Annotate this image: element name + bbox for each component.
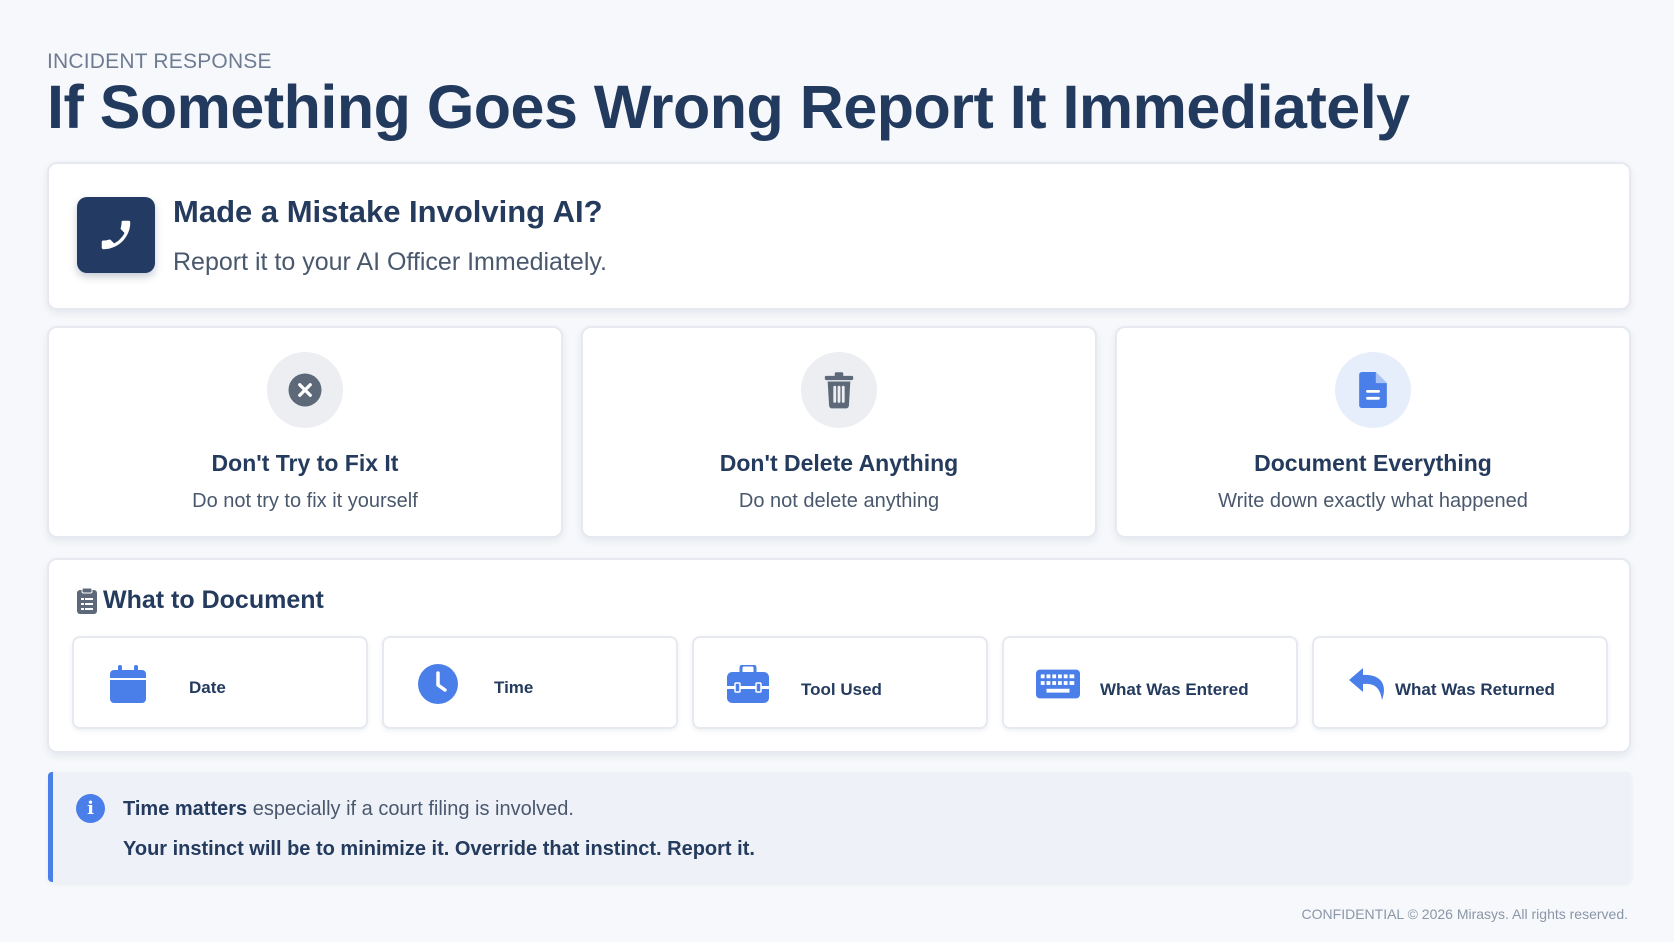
document-item-label: Time (494, 678, 534, 697)
document-item-time: Time (382, 636, 678, 729)
note-line-1-rest: especially if a court filing is involved… (247, 798, 574, 820)
rule-title: Don't Try to Fix It (211, 450, 399, 476)
rule-subtitle: Do not try to fix it yourself (192, 490, 418, 512)
x-circle-icon (267, 352, 343, 428)
page-title: If Something Goes Wrong Report It Immedi… (47, 73, 1410, 141)
report-callout-card: Made a Mistake Involving AI? Report it t… (47, 162, 1631, 310)
trash-icon (801, 352, 877, 428)
note-emphasis: Time matters (123, 798, 248, 820)
what-to-document-card: What to Document Date Time Tool Used Wha… (47, 558, 1631, 753)
note-line-1: Time matters especially if a court filin… (123, 798, 574, 821)
document-item-label: Date (189, 678, 226, 697)
document-item-tool: Tool Used (692, 636, 988, 729)
section-eyebrow: INCIDENT RESPONSE (47, 50, 272, 73)
document-section-header: What to Document (77, 586, 324, 615)
toolbox-icon (726, 662, 770, 706)
rule-subtitle: Write down exactly what happened (1218, 490, 1528, 512)
callout-subtitle: Report it to your AI Officer Immediately… (173, 248, 607, 276)
clock-icon (416, 662, 460, 706)
document-item-entered: What Was Entered (1002, 636, 1298, 729)
info-note: i Time matters especially if a court fil… (48, 772, 1631, 882)
document-item-label: Tool Used (801, 680, 882, 699)
reply-icon (1346, 662, 1390, 706)
rule-title: Document Everything (1254, 450, 1492, 476)
callout-title: Made a Mistake Involving AI? (173, 194, 603, 229)
document-item-date: Date (72, 636, 368, 729)
phone-icon (77, 197, 155, 273)
document-item-label: What Was Returned (1395, 680, 1555, 699)
footer-copyright: CONFIDENTIAL © 2026 Mirasys. All rights … (1301, 906, 1628, 922)
document-section-title: What to Document (103, 586, 324, 614)
calendar-icon (106, 662, 150, 706)
document-item-label: What Was Entered (1100, 680, 1249, 699)
rule-subtitle: Do not delete anything (738, 490, 940, 512)
rule-card-dont-fix: Don't Try to Fix It Do not try to fix it… (47, 326, 563, 538)
clipboard-icon (77, 587, 97, 614)
document-icon (1335, 352, 1411, 428)
note-line-2: Your instinct will be to minimize it. Ov… (123, 838, 755, 860)
info-icon: i (76, 794, 105, 823)
rule-card-document: Document Everything Write down exactly w… (1115, 326, 1631, 538)
rule-card-dont-delete: Don't Delete Anything Do not delete anyt… (581, 326, 1097, 538)
rule-title: Don't Delete Anything (719, 450, 959, 476)
document-item-returned: What Was Returned (1312, 636, 1608, 729)
keyboard-icon (1036, 662, 1080, 706)
